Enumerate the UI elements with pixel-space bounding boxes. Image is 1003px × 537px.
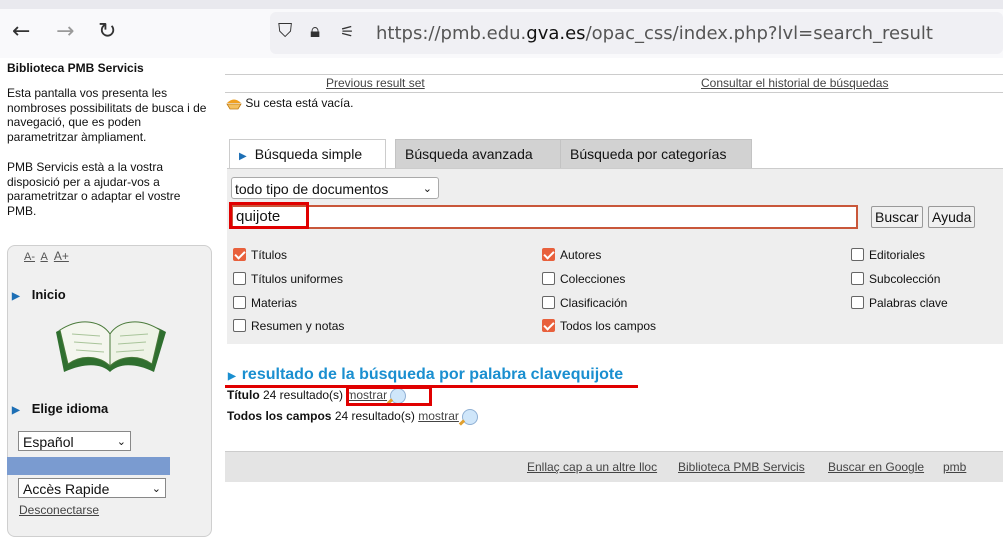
checkbox-materias[interactable]: Materias: [233, 296, 297, 310]
checkbox-unchecked[interactable]: [542, 272, 555, 286]
results-heading: ▶ resultado de la búsqueda por palabra cl…: [228, 366, 624, 383]
font-increase-button[interactable]: A+: [54, 249, 69, 263]
font-normal-button[interactable]: A: [40, 251, 47, 263]
search-input[interactable]: quijote: [231, 205, 858, 229]
shield-icon[interactable]: ⛉: [278, 20, 292, 42]
checkbox-checked[interactable]: [542, 319, 555, 333]
navigation-links: Previous result set Consultar el histori…: [225, 74, 1003, 93]
show-results-link[interactable]: mostrar: [418, 409, 459, 423]
checkbox-unchecked[interactable]: [851, 296, 864, 310]
font-decrease-button[interactable]: A-: [24, 251, 35, 263]
footer-link-library[interactable]: Biblioteca PMB Servicis: [678, 460, 805, 474]
tab-simple-search[interactable]: ▶ Búsqueda simple: [229, 139, 386, 169]
url-text[interactable]: https://pmb.edu.gva.es/opac_css/index.ph…: [376, 23, 933, 44]
permissions-icon[interactable]: ⚟: [340, 22, 354, 41]
chevron-down-icon: ⌄: [422, 183, 432, 195]
site-title: Biblioteca PMB Servicis: [7, 61, 144, 75]
checkbox-autores[interactable]: Autores: [542, 248, 601, 262]
language-select[interactable]: Español ⌄: [18, 431, 131, 451]
checkbox-titulos[interactable]: Títulos: [233, 248, 287, 262]
tab-advanced-search[interactable]: Búsqueda avanzada: [395, 139, 562, 170]
checkbox-unchecked[interactable]: [542, 296, 555, 310]
checkbox-titulos-uniformes[interactable]: Títulos uniformes: [233, 272, 343, 286]
footer-link-google[interactable]: Buscar en Google: [828, 460, 924, 474]
checkbox-todos-campos[interactable]: Todos los campos: [542, 319, 656, 333]
back-icon[interactable]: ←: [12, 21, 30, 43]
chevron-down-icon: ⌄: [151, 483, 161, 495]
checkbox-unchecked[interactable]: [233, 272, 246, 286]
browser-toolbar: ← → ↻ ⛉ 🔒︎ ⚟ https://pmb.edu.gva.es/opac…: [0, 0, 1003, 58]
search-button[interactable]: Buscar: [871, 206, 923, 228]
checkbox-checked[interactable]: [542, 248, 555, 262]
checkbox-editoriales[interactable]: Editoriales: [851, 248, 925, 262]
home-link[interactable]: ▶ Inicio: [12, 287, 66, 302]
footer-link-external[interactable]: Enllaç cap a un altre lloc: [527, 460, 657, 474]
lock-icon[interactable]: 🔒︎: [310, 20, 320, 42]
address-bar[interactable]: ⛉ 🔒︎ ⚟ https://pmb.edu.gva.es/opac_css/i…: [270, 12, 1003, 54]
checkbox-checked[interactable]: [233, 248, 246, 262]
help-button[interactable]: Ayuda: [928, 206, 976, 228]
triangle-right-icon: ▶: [239, 151, 247, 162]
font-size-controls: A- A A+: [24, 249, 72, 263]
checkbox-unchecked[interactable]: [851, 272, 864, 286]
open-book-icon[interactable]: [50, 310, 170, 376]
logout-link[interactable]: Desconectarse: [19, 503, 99, 517]
checkbox-palabras-clave[interactable]: Palabras clave: [851, 296, 948, 310]
quick-access-select[interactable]: Accès Rapide ⌄: [18, 478, 166, 498]
previous-results-link[interactable]: Previous result set: [326, 76, 425, 90]
triangle-right-icon: ▶: [228, 371, 236, 382]
document-type-select[interactable]: todo tipo de documentos ⌄: [231, 177, 439, 199]
reload-icon[interactable]: ↻: [98, 21, 116, 43]
basket-status: Su cesta está vacía.: [226, 96, 353, 110]
triangle-right-icon: ▶: [12, 291, 20, 302]
chevron-down-icon: ⌄: [116, 436, 126, 448]
checkbox-unchecked[interactable]: [233, 319, 246, 333]
triangle-right-icon: ▶: [12, 405, 20, 416]
forward-icon[interactable]: →: [56, 21, 74, 43]
footer-link-pmb[interactable]: pmb: [943, 460, 966, 474]
checkbox-resumen[interactable]: Resumen y notas: [233, 319, 344, 333]
language-bar: [7, 457, 170, 475]
checkbox-unchecked[interactable]: [851, 248, 864, 262]
checkbox-colecciones[interactable]: Colecciones: [542, 272, 625, 286]
support-text: PMB Servicis està a la vostra disposició…: [7, 160, 181, 218]
basket-icon: [226, 99, 242, 110]
checkbox-unchecked[interactable]: [233, 296, 246, 310]
checkbox-subcoleccion[interactable]: Subcolección: [851, 272, 940, 286]
footer-bar: Enllaç cap a un altre lloc Biblioteca PM…: [225, 451, 1003, 482]
checkbox-clasificacion[interactable]: Clasificación: [542, 296, 627, 310]
tab-strip-edge: [0, 0, 1003, 9]
intro-text: Esta pantalla vos presenta les nombroses…: [7, 86, 207, 144]
result-row-todos: Todos los campos 24 resultado(s) mostrar: [227, 409, 478, 425]
magnifier-icon[interactable]: [461, 409, 478, 425]
highlight-box-query: [229, 202, 309, 229]
language-heading: ▶ Elige idioma: [12, 401, 109, 416]
tab-category-search[interactable]: Búsqueda por categorías: [560, 139, 752, 170]
search-history-link[interactable]: Consultar el historial de búsquedas: [701, 76, 888, 90]
highlight-box-show: [346, 386, 432, 406]
